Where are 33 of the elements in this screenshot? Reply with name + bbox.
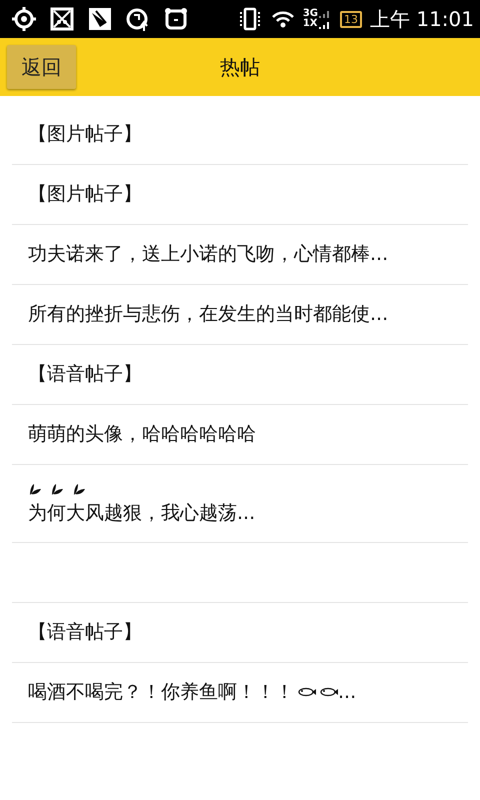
post-title: 【语音帖子】 xyxy=(28,362,142,388)
wifi-icon xyxy=(270,9,295,29)
location-icon xyxy=(12,7,36,31)
signal-icon xyxy=(318,8,332,30)
back-button[interactable]: 返回 xyxy=(7,45,76,89)
post-title: 【语音帖子】 xyxy=(28,620,142,645)
post-row[interactable]: 【语音帖子】 xyxy=(12,602,468,662)
post-row[interactable]: 所有的挫折与悲伤，在发生的当时都能使... xyxy=(12,285,468,345)
leaf-icon xyxy=(50,483,64,495)
fish-icon xyxy=(320,687,338,697)
leaf-icon xyxy=(72,483,86,495)
network-type-label: 1X xyxy=(302,19,318,29)
network-type-label: 3G xyxy=(302,9,318,19)
post-row[interactable]: 【语音帖子】 xyxy=(12,345,468,405)
ellipsis-text: ... xyxy=(338,680,356,705)
page-title: 热帖 xyxy=(220,54,260,81)
post-title: 喝酒不喝完？！你养鱼啊！！！ xyxy=(28,680,294,705)
post-row[interactable]: 【图片帖子】 xyxy=(12,105,468,165)
fish-icon xyxy=(298,687,316,697)
leaf-icon xyxy=(28,483,42,495)
post-title: 【图片帖子】 xyxy=(28,182,142,208)
post-row[interactable]: 萌萌的头像，哈哈哈哈哈哈 xyxy=(12,405,468,465)
post-title: 为何大风越狠，我心越荡... xyxy=(28,501,256,526)
post-title: 萌萌的头像，哈哈哈哈哈哈 xyxy=(28,422,256,448)
post-title: 所有的挫折与悲伤，在发生的当时都能使... xyxy=(28,302,388,328)
battery-level: 13 xyxy=(340,10,362,28)
post-row[interactable]: 功夫诺来了，送上小诺的飞吻，心情都棒... xyxy=(12,225,468,285)
post-title: 【图片帖子】 xyxy=(28,122,142,148)
clock-time: 上午 11:01 xyxy=(370,6,474,33)
post-row[interactable]: 【图片帖子】 xyxy=(12,165,468,225)
post-row[interactable]: 为何大风越狠，我心越荡... xyxy=(12,465,468,542)
post-row[interactable]: 喝酒不喝完？！你养鱼啊！！！ ... xyxy=(12,662,468,722)
post-title: 功夫诺来了，送上小诺的飞吻，心情都棒... xyxy=(28,242,388,268)
